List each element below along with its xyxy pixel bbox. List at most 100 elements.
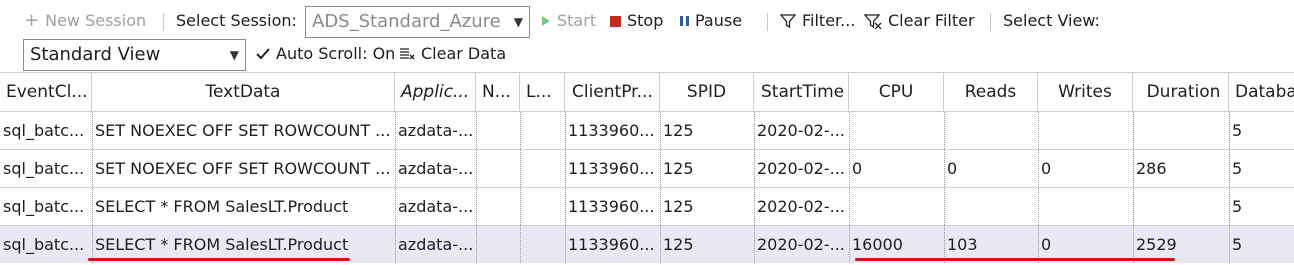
table-cell: 125 bbox=[660, 112, 754, 149]
filter-icon bbox=[780, 14, 796, 29]
new-session-label: New Session bbox=[45, 11, 147, 30]
toolbar-separator bbox=[767, 13, 768, 31]
table-cell bbox=[476, 188, 520, 225]
clear-data-icon bbox=[400, 48, 415, 60]
table-cell: 5 bbox=[1229, 150, 1294, 187]
filter-button[interactable]: Filter... bbox=[780, 11, 855, 31]
stop-label: Stop bbox=[627, 11, 664, 30]
table-cell: 1133960... bbox=[565, 150, 660, 187]
table-cell bbox=[520, 150, 565, 187]
table-cell bbox=[944, 112, 1038, 149]
play-icon bbox=[542, 16, 550, 26]
table-cell bbox=[1038, 112, 1133, 149]
clear-filter-button[interactable]: Clear Filter bbox=[864, 11, 975, 31]
table-cell: 2020-02-... bbox=[754, 112, 849, 149]
table-cell: SET NOEXEC OFF SET ROWCOUNT ... bbox=[92, 150, 395, 187]
table-cell bbox=[944, 188, 1038, 225]
table-cell: 1133960... bbox=[565, 112, 660, 149]
view-select[interactable]: Standard View ▼ bbox=[23, 39, 246, 71]
events-grid: EventCl... TextData Applic... N... L... Clien… bbox=[0, 72, 1294, 263]
select-session-label: Select Session: bbox=[176, 11, 297, 30]
column-header-textdata[interactable]: TextData bbox=[92, 73, 395, 111]
view-select-value: Standard View bbox=[30, 44, 161, 65]
auto-scroll-label: Auto Scroll: On bbox=[276, 44, 396, 63]
column-header-database[interactable]: Database bbox=[1229, 73, 1294, 111]
table-cell: 2020-02-... bbox=[754, 226, 849, 263]
auto-scroll-toggle[interactable]: Auto Scroll: On bbox=[256, 44, 395, 64]
new-session-button[interactable]: + New Session bbox=[24, 11, 146, 31]
clear-filter-icon bbox=[864, 14, 882, 29]
chevron-down-icon: ▼ bbox=[513, 15, 523, 29]
clear-data-label: Clear Data bbox=[421, 44, 507, 63]
start-button[interactable]: Start bbox=[541, 11, 596, 31]
profiler-toolbar: + New Session Select Session: ADS_Standa… bbox=[0, 0, 1294, 74]
table-cell: 5 bbox=[1229, 188, 1294, 225]
table-cell bbox=[849, 112, 944, 149]
table-cell: 2020-02-... bbox=[754, 150, 849, 187]
table-cell bbox=[849, 188, 944, 225]
column-header-reads[interactable]: Reads bbox=[944, 73, 1038, 111]
table-cell: 2020-02-... bbox=[754, 188, 849, 225]
table-cell bbox=[476, 226, 520, 263]
column-header-applic[interactable]: Applic... bbox=[395, 73, 476, 111]
table-row[interactable]: sql_batc... SET NOEXEC OFF SET ROWCOUNT .… bbox=[0, 149, 1294, 187]
column-header-writes[interactable]: Writes bbox=[1038, 73, 1133, 111]
table-cell bbox=[520, 226, 565, 263]
table-cell bbox=[1133, 188, 1229, 225]
toolbar-separator bbox=[163, 13, 164, 31]
table-cell: sql_batc... bbox=[3, 197, 85, 216]
column-header-n[interactable]: N... bbox=[476, 73, 520, 111]
select-view-label: Select View: bbox=[1003, 11, 1100, 30]
table-cell: 0 bbox=[849, 150, 944, 187]
table-cell bbox=[476, 150, 520, 187]
column-header-eventcl[interactable]: EventCl... bbox=[0, 73, 92, 111]
table-row[interactable]: sql_batc... SELECT * FROM SalesLT.Product… bbox=[0, 187, 1294, 225]
table-cell: SET NOEXEC OFF SET ROWCOUNT ... bbox=[92, 112, 395, 149]
column-header-l[interactable]: L... bbox=[520, 73, 565, 111]
plus-icon: + bbox=[24, 10, 40, 31]
table-cell: 0 bbox=[944, 150, 1038, 187]
toolbar-separator bbox=[990, 13, 991, 31]
table-cell: sql_batc... bbox=[3, 235, 85, 254]
stop-button[interactable]: Stop bbox=[610, 11, 663, 31]
table-cell: 1133960... bbox=[565, 226, 660, 263]
table-cell bbox=[1133, 112, 1229, 149]
annotation-underline bbox=[88, 258, 350, 261]
table-cell: azdata-... bbox=[395, 112, 476, 149]
column-header-spid[interactable]: SPID bbox=[660, 73, 754, 111]
chevron-down-icon: ▼ bbox=[229, 48, 239, 62]
filter-label: Filter... bbox=[802, 11, 856, 30]
column-header-clientpr[interactable]: ClientPr... bbox=[565, 73, 660, 111]
table-cell bbox=[520, 112, 565, 149]
clear-filter-label: Clear Filter bbox=[888, 11, 975, 30]
table-cell: sql_batc... bbox=[3, 159, 85, 178]
clear-data-button[interactable]: Clear Data bbox=[399, 44, 506, 64]
stop-icon bbox=[610, 15, 621, 27]
table-cell bbox=[1038, 188, 1133, 225]
pause-label: Pause bbox=[695, 11, 743, 30]
column-header-starttime[interactable]: StartTime bbox=[754, 73, 849, 111]
table-cell: 286 bbox=[1133, 150, 1229, 187]
pause-button[interactable]: Pause bbox=[680, 11, 742, 31]
table-cell: 1133960... bbox=[565, 188, 660, 225]
table-row[interactable]: sql_batc... SET NOEXEC OFF SET ROWCOUNT .… bbox=[0, 111, 1294, 149]
column-header-duration[interactable]: Duration bbox=[1133, 73, 1229, 111]
table-cell: 5 bbox=[1229, 226, 1294, 263]
table-cell: 5 bbox=[1229, 112, 1294, 149]
session-select[interactable]: ADS_Standard_Azure ▼ bbox=[305, 6, 530, 38]
annotation-underline bbox=[855, 258, 1175, 261]
pause-icon bbox=[680, 16, 689, 26]
checkmark-icon bbox=[256, 48, 270, 60]
session-select-value: ADS_Standard_Azure bbox=[312, 11, 501, 32]
start-label: Start bbox=[557, 11, 597, 30]
table-cell: sql_batc... bbox=[3, 121, 85, 140]
column-header-cpu[interactable]: CPU bbox=[849, 73, 944, 111]
table-cell: 125 bbox=[660, 226, 754, 263]
table-cell bbox=[476, 112, 520, 149]
table-cell: azdata-... bbox=[395, 226, 476, 263]
table-cell: 0 bbox=[1038, 150, 1133, 187]
table-cell: 125 bbox=[660, 188, 754, 225]
table-cell bbox=[520, 188, 565, 225]
table-cell: 125 bbox=[660, 150, 754, 187]
table-cell: SELECT * FROM SalesLT.Product bbox=[92, 188, 395, 225]
